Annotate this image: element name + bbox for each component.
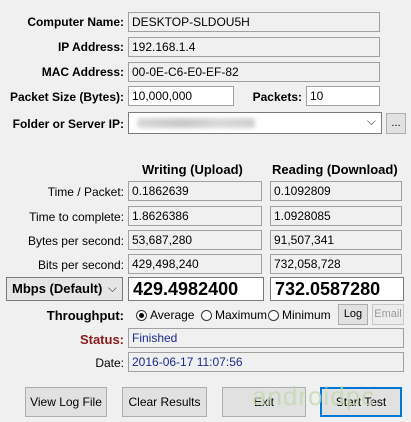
- watermark-logo: androidpc: [252, 381, 376, 411]
- bytes-per-second-read: 91,507,341: [270, 230, 402, 250]
- bytes-per-second-write: 53,687,280: [128, 230, 262, 250]
- packets-input[interactable]: 10: [306, 86, 380, 106]
- radio-average[interactable]: Average: [136, 308, 194, 322]
- folder-server-combo[interactable]: ⌵: [128, 112, 382, 134]
- time-per-packet-label: Time / Packet:: [47, 185, 124, 199]
- unit-select-value: Mbps (Default): [12, 281, 103, 296]
- throughput-label: Throughput:: [46, 308, 124, 323]
- status-label: Status:: [79, 332, 124, 347]
- date-field: 2016-06-17 11:07:56: [128, 352, 404, 372]
- view-log-file-button[interactable]: View Log File: [25, 387, 107, 417]
- computer-name-label: Computer Name:: [27, 15, 124, 29]
- bits-per-second-write: 429,498,240: [128, 254, 262, 274]
- radio-average-label: Average: [150, 308, 195, 322]
- mac-address-field: 00-0E-C6-E0-EF-82: [128, 62, 380, 82]
- time-per-packet-write: 0.1862639: [128, 181, 262, 201]
- radio-minimum[interactable]: Minimum: [268, 308, 331, 322]
- radio-minimum-label: Minimum: [282, 308, 331, 322]
- time-to-complete-label: Time to complete:: [29, 210, 124, 224]
- mbps-read-value: 732.0587280: [270, 277, 404, 301]
- radio-maximum-label: Maximum: [215, 308, 268, 322]
- mac-address-label: MAC Address:: [41, 65, 124, 79]
- unit-select[interactable]: Mbps (Default) ⌵: [6, 277, 123, 301]
- clear-results-button[interactable]: Clear Results: [122, 387, 207, 417]
- time-per-packet-read: 0.1092809: [270, 181, 402, 201]
- log-button[interactable]: Log: [338, 304, 368, 325]
- ip-address-label: IP Address:: [57, 40, 124, 54]
- status-field: Finished: [128, 328, 404, 348]
- email-button[interactable]: Email: [372, 304, 404, 325]
- date-label: Date:: [95, 356, 124, 370]
- packet-size-label: Packet Size (Bytes):: [9, 90, 124, 104]
- reading-header: Reading (Download): [272, 162, 398, 177]
- bytes-per-second-label: Bytes per second:: [27, 234, 124, 248]
- radio-maximum-indicator[interactable]: [201, 309, 212, 321]
- bits-per-second-label: Bits per second:: [37, 258, 124, 272]
- chevron-down-icon[interactable]: ⌵: [367, 114, 376, 129]
- browse-button[interactable]: ...: [386, 113, 406, 134]
- folder-server-label: Folder or Server IP:: [12, 117, 124, 131]
- redacted-server-value: [137, 118, 255, 128]
- chevron-down-icon[interactable]: ⌵: [108, 281, 117, 296]
- computer-name-field: DESKTOP-SLDOU5H: [128, 12, 380, 32]
- mbps-write-value: 429.4982400: [128, 277, 264, 301]
- time-to-complete-write: 1.8626386: [128, 206, 262, 226]
- packets-label: Packets:: [252, 90, 302, 104]
- radio-maximum[interactable]: Maximum: [201, 308, 267, 322]
- bits-per-second-read: 732,058,728: [270, 254, 402, 274]
- time-to-complete-read: 1.0928085: [270, 206, 402, 226]
- packet-size-input[interactable]: 10,000,000: [128, 86, 234, 106]
- radio-average-indicator[interactable]: [136, 309, 147, 321]
- writing-header: Writing (Upload): [142, 162, 243, 177]
- ip-address-field: 192.168.1.4: [128, 37, 380, 57]
- radio-minimum-indicator[interactable]: [268, 309, 279, 321]
